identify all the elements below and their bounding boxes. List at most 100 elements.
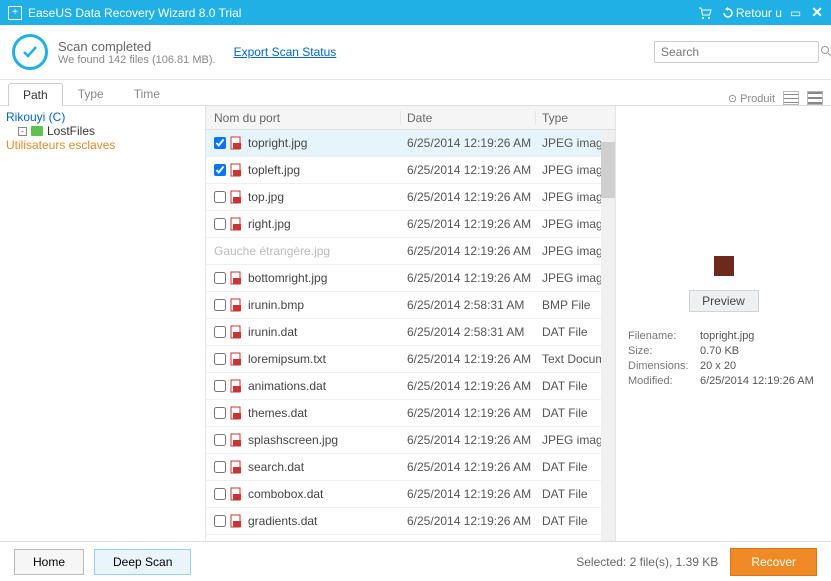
row-checkbox[interactable] (214, 461, 226, 473)
minimize-button[interactable]: ▭ (790, 6, 801, 20)
export-scan-link[interactable]: Export Scan Status (234, 45, 337, 59)
tree-root[interactable]: Rikouyi (C) (6, 110, 199, 124)
file-name: combobox.dat (248, 487, 323, 501)
file-type: DAT File (536, 460, 601, 474)
scan-complete-icon (12, 34, 48, 70)
recover-button[interactable]: Recover (730, 548, 817, 576)
file-name: topright.jpg (248, 136, 307, 150)
table-row[interactable]: topright.jpg6/25/2014 12:19:26 AMJPEG im… (206, 130, 601, 157)
table-row[interactable]: search.dat6/25/2014 12:19:26 AMDAT File (206, 454, 601, 481)
tree-slaves[interactable]: Utilisateurs esclaves (6, 138, 199, 152)
row-checkbox[interactable] (214, 326, 226, 338)
file-type: JPEG imag (536, 163, 601, 177)
produit-link[interactable]: ⊙ Produit (728, 92, 775, 105)
col-type[interactable]: Type (536, 111, 615, 125)
row-checkbox[interactable] (214, 299, 226, 311)
home-button[interactable]: Home (14, 549, 84, 575)
close-button[interactable]: ✕ (811, 4, 823, 21)
file-type: JPEG imag (536, 271, 601, 285)
expand-icon[interactable]: - (18, 127, 27, 136)
row-checkbox[interactable] (214, 191, 226, 203)
table-row[interactable]: bottomright.jpg 6/25/2014 12:19:26 AMJPEG… (206, 265, 601, 292)
table-row[interactable]: Gauche étrangère.jpg 6/25/2014 12:19:26 A… (206, 238, 601, 265)
scrollbar-thumb[interactable] (601, 142, 615, 198)
column-headers: Nom du port Date Type (206, 106, 615, 130)
meta-filename-key: Filename: (628, 330, 700, 342)
file-name: loremipsum.txt (248, 352, 326, 366)
table-row[interactable]: irunin.bmp6/25/2014 2:58:31 AMBMP File (206, 292, 601, 319)
scan-info-text: Scan completed We found 142 files (106.8… (58, 39, 216, 66)
table-row[interactable]: gradients.dat6/25/2014 12:19:26 AMDAT Fi… (206, 508, 601, 535)
table-row[interactable]: themes.dat 6/25/2014 12:19:26 AMDAT File (206, 400, 601, 427)
scrollbar[interactable] (601, 130, 615, 541)
selection-status: Selected: 2 file(s), 1.39 KB (576, 555, 718, 569)
row-checkbox[interactable] (214, 164, 226, 176)
col-name[interactable]: Nom du port (206, 111, 401, 125)
file-name: irunin.bmp (248, 298, 304, 312)
file-date: 6/25/2014 12:19:26 AM (401, 217, 536, 231)
file-date: 6/25/2014 12:19:26 AM (401, 406, 536, 420)
table-row[interactable]: loremipsum.txt6/25/2014 12:19:26 AMText … (206, 346, 601, 373)
file-icon (230, 433, 244, 447)
row-checkbox[interactable] (214, 137, 226, 149)
file-date: 6/25/2014 12:19:26 AM (401, 379, 536, 393)
file-name: bottomright.jpg (248, 271, 327, 285)
row-checkbox[interactable] (214, 407, 226, 419)
table-row[interactable]: splashscreen.jpg6/25/2014 12:19:26 AMJPE… (206, 427, 601, 454)
file-date: 6/25/2014 12:19:26 AM (401, 244, 536, 258)
cart-icon[interactable] (698, 7, 714, 19)
tree-node-label: LostFiles (47, 124, 95, 138)
view-grid-button[interactable] (807, 91, 823, 105)
deep-scan-button[interactable]: Deep Scan (94, 549, 191, 575)
view-list-button[interactable] (783, 91, 799, 105)
file-name: Gauche étrangère.jpg (214, 244, 330, 258)
file-icon (230, 460, 244, 474)
row-checkbox[interactable] (214, 272, 226, 284)
row-checkbox[interactable] (214, 515, 226, 527)
col-date[interactable]: Date (401, 111, 536, 125)
meta-dim-val: 20 x 20 (700, 360, 819, 372)
app-title: EaseUS Data Recovery Wizard 8.0 Trial (28, 6, 241, 20)
preview-button[interactable]: Preview (689, 290, 759, 312)
tab-type[interactable]: Type (63, 82, 119, 105)
file-icon (230, 190, 244, 204)
back-button[interactable]: Retour u (722, 6, 782, 20)
file-icon (230, 136, 244, 150)
tab-time[interactable]: Time (119, 82, 175, 105)
file-type: DAT File (536, 487, 601, 501)
table-row[interactable]: right.jpg6/25/2014 12:19:26 AMJPEG imag (206, 211, 601, 238)
table-row[interactable]: combobox.dat6/25/2014 12:19:26 AMDAT Fil… (206, 481, 601, 508)
tree-node-lostfiles[interactable]: - LostFiles (18, 124, 199, 138)
file-icon (230, 298, 244, 312)
file-type: JPEG imag (536, 433, 601, 447)
file-type: JPEG imag (536, 244, 601, 258)
table-row[interactable]: top.jpg6/25/2014 12:19:26 AMJPEG imag (206, 184, 601, 211)
scan-status: Scan completed (58, 39, 216, 54)
row-checkbox[interactable] (214, 353, 226, 365)
file-name: topleft.jpg (248, 163, 300, 177)
file-date: 6/25/2014 2:58:31 AM (401, 298, 536, 312)
file-type: DAT File (536, 406, 601, 420)
file-date: 6/25/2014 12:19:26 AM (401, 271, 536, 285)
row-checkbox[interactable] (214, 218, 226, 230)
search-input[interactable] (661, 45, 816, 59)
file-name: top.jpg (248, 190, 284, 204)
file-name: animations.dat (248, 379, 326, 393)
search-icon[interactable] (820, 45, 831, 60)
table-row[interactable]: irunin.dat6/25/2014 2:58:31 AMDAT File (206, 319, 601, 346)
file-name: right.jpg (248, 217, 291, 231)
file-icon (230, 271, 244, 285)
row-checkbox[interactable] (214, 434, 226, 446)
file-date: 6/25/2014 12:19:26 AM (401, 163, 536, 177)
file-name: themes.dat (248, 406, 307, 420)
app-logo-icon: + (8, 6, 22, 20)
tab-path[interactable]: Path (8, 83, 63, 106)
table-row[interactable]: topleft.jpg 6/25/2014 12:19:26 AMJPEG ima… (206, 157, 601, 184)
row-checkbox[interactable] (214, 380, 226, 392)
row-checkbox[interactable] (214, 488, 226, 500)
file-date: 6/25/2014 12:19:26 AM (401, 136, 536, 150)
search-box[interactable] (654, 41, 819, 63)
file-date: 6/25/2014 12:19:26 AM (401, 460, 536, 474)
table-row[interactable]: animations.dat6/25/2014 12:19:26 AMDAT F… (206, 373, 601, 400)
meta-mod-val: 6/25/2014 12:19:26 AM (700, 375, 819, 387)
